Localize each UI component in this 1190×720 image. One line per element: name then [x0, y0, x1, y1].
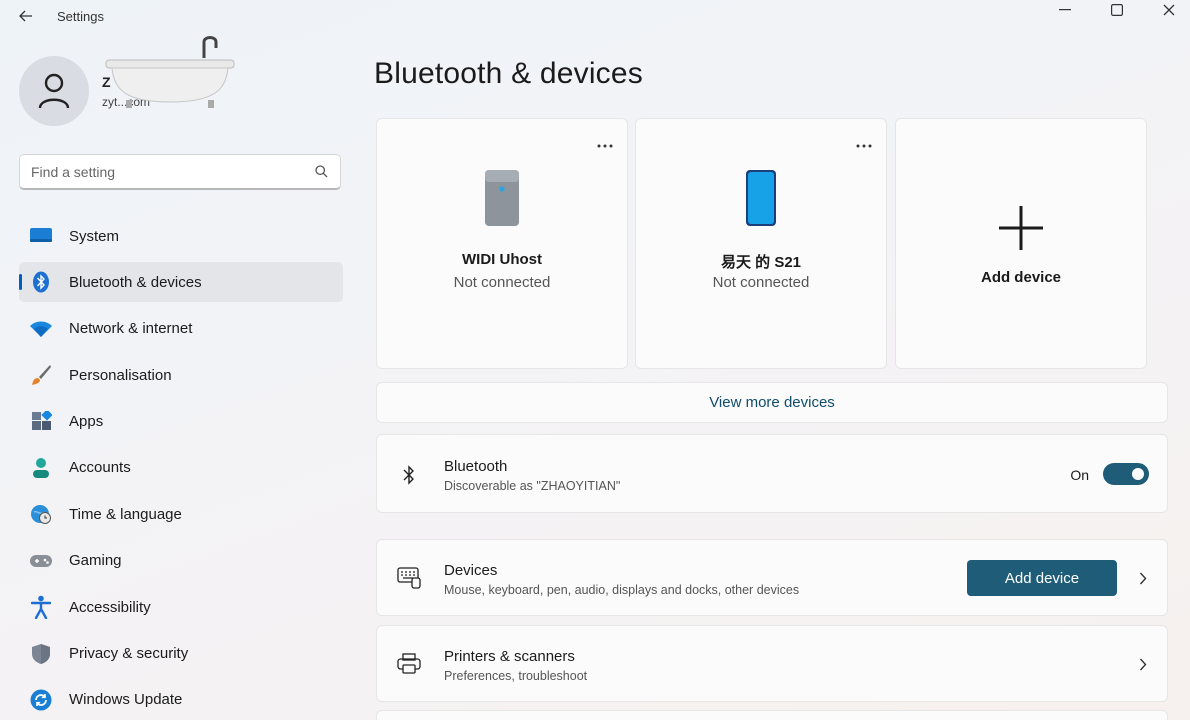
- wifi-icon: [29, 317, 53, 341]
- devices-subtitle: Mouse, keyboard, pen, audio, displays an…: [444, 583, 800, 597]
- device-name: 易天 的 S21: [720, 254, 802, 271]
- bluetooth-icon: [29, 270, 53, 294]
- title-bar: Settings: [0, 0, 1190, 34]
- sidebar-item-windows-update[interactable]: Windows Update: [19, 680, 343, 720]
- chevron-right-icon[interactable]: [1135, 570, 1151, 586]
- sidebar-item-bluetooth-devices[interactable]: Bluetooth & devices: [19, 262, 343, 303]
- next-settings-row[interactable]: [376, 710, 1168, 720]
- back-button[interactable]: [14, 5, 38, 27]
- usb-host-device-icon: [484, 169, 520, 232]
- device-name: WIDI Uhost: [462, 251, 542, 268]
- bluetooth-toggle-label: On: [1070, 467, 1089, 483]
- search-box[interactable]: [19, 154, 341, 190]
- sidebar-item-label: Gaming: [69, 552, 122, 570]
- maximize-icon: [1111, 4, 1123, 16]
- person-icon: [38, 73, 70, 109]
- sidebar-item-label: Bluetooth & devices: [69, 273, 202, 291]
- sidebar-item-label: Accessibility: [69, 598, 151, 616]
- gamepad-icon: [29, 549, 53, 573]
- device-card-s21[interactable]: 易天 的 S21 Not connected: [635, 118, 887, 369]
- sidebar-item-label: Network & internet: [69, 320, 193, 338]
- device-card-widi-uhost[interactable]: WIDI Uhost Not connected: [376, 118, 628, 369]
- close-button[interactable]: [1146, 0, 1190, 20]
- sidebar-item-time-language[interactable]: Time & language: [19, 494, 343, 534]
- system-icon: [29, 224, 53, 248]
- accessibility-icon: [29, 595, 53, 620]
- globe-clock-icon: [29, 502, 53, 526]
- sidebar-item-label: System: [69, 227, 120, 245]
- back-arrow-icon: [19, 10, 32, 22]
- search-icon[interactable]: [313, 164, 329, 180]
- keyboard-devices-icon: [397, 566, 421, 590]
- phone-icon: [745, 169, 777, 232]
- device-status: Not connected: [712, 274, 810, 291]
- add-device-label: Add device: [980, 269, 1062, 286]
- sidebar-item-label: Privacy & security: [69, 645, 189, 663]
- sidebar-item-label: Apps: [69, 413, 104, 431]
- update-icon: [29, 688, 53, 712]
- printers-subtitle: Preferences, troubleshoot: [444, 669, 588, 683]
- account-icon: [29, 456, 53, 480]
- brush-icon: [29, 363, 53, 387]
- app-title: Settings: [57, 9, 104, 24]
- sidebar-item-label: Windows Update: [69, 691, 183, 709]
- devices-title: Devices: [444, 562, 498, 579]
- add-device-card[interactable]: Add device: [895, 118, 1147, 369]
- more-options-button[interactable]: [854, 137, 874, 155]
- sidebar-item-label: Personalisation: [69, 366, 172, 384]
- chevron-right-icon[interactable]: [1135, 656, 1151, 672]
- shield-icon: [29, 642, 53, 666]
- bathtub-icon: [105, 36, 235, 108]
- more-options-button[interactable]: [595, 137, 615, 155]
- minimize-button[interactable]: [1042, 0, 1088, 20]
- view-more-devices-button[interactable]: View more devices: [376, 382, 1168, 423]
- add-device-button[interactable]: Add device: [967, 560, 1117, 596]
- printer-icon: [397, 652, 421, 676]
- sidebar-item-privacy-security[interactable]: Privacy & security: [19, 634, 343, 674]
- printers-title: Printers & scanners: [444, 648, 575, 665]
- bluetooth-title: Bluetooth: [444, 458, 508, 475]
- page-title: Bluetooth & devices: [374, 57, 643, 90]
- bluetooth-symbol-icon: [397, 463, 421, 487]
- sidebar-item-label: Accounts: [69, 459, 131, 477]
- devices-row[interactable]: Devices Mouse, keyboard, pen, audio, dis…: [376, 539, 1168, 616]
- bluetooth-toggle[interactable]: [1103, 463, 1149, 485]
- device-status: Not connected: [453, 274, 551, 291]
- sidebar-item-accounts[interactable]: Accounts: [19, 448, 343, 488]
- bluetooth-subtitle: Discoverable as "ZHAOYITIAN": [444, 479, 621, 493]
- more-icon: [597, 144, 613, 148]
- close-icon: [1163, 4, 1175, 16]
- avatar[interactable]: [19, 56, 89, 126]
- sidebar-nav: System Bluetooth & devices Network & int…: [19, 216, 343, 720]
- bluetooth-row: Bluetooth Discoverable as "ZHAOYITIAN" O…: [376, 434, 1168, 513]
- plus-icon: [998, 205, 1044, 256]
- sidebar-item-label: Time & language: [69, 505, 182, 523]
- maximize-button[interactable]: [1094, 0, 1140, 20]
- more-icon: [856, 144, 872, 148]
- sidebar-item-accessibility[interactable]: Accessibility: [19, 587, 343, 627]
- sidebar-item-system[interactable]: System: [19, 216, 343, 256]
- apps-icon: [29, 410, 53, 434]
- sidebar-item-gaming[interactable]: Gaming: [19, 541, 343, 581]
- minimize-icon: [1059, 9, 1071, 11]
- search-input[interactable]: [31, 163, 313, 180]
- printers-scanners-row[interactable]: Printers & scanners Preferences, trouble…: [376, 625, 1168, 702]
- sidebar-item-network[interactable]: Network & internet: [19, 309, 343, 349]
- sidebar-item-apps[interactable]: Apps: [19, 402, 343, 442]
- sidebar-item-personalisation[interactable]: Personalisation: [19, 355, 343, 395]
